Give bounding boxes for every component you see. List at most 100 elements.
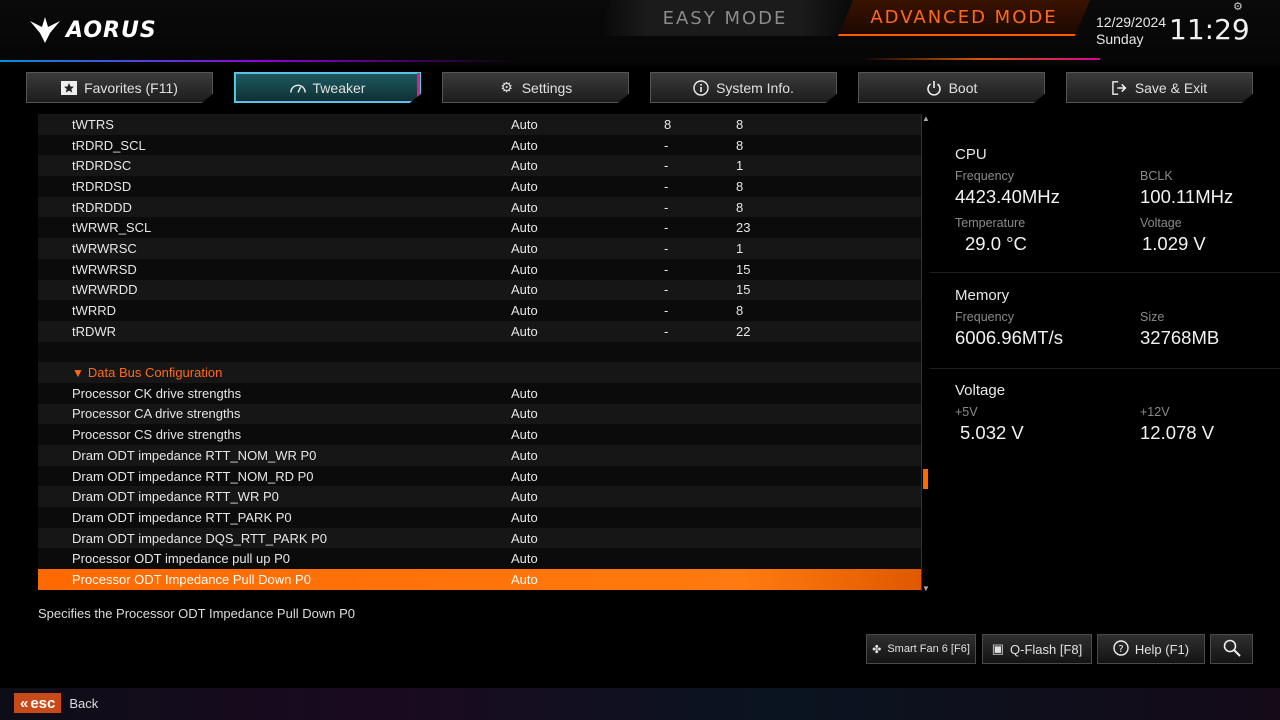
setting-row[interactable]: tWRWRDD Auto - 15 (38, 279, 921, 301)
setting-value[interactable]: Auto (511, 469, 538, 484)
setting-name: tWRWR_SCL (72, 220, 152, 236)
setting-row[interactable]: tWRRD Auto - 8 (38, 300, 921, 321)
setting-row[interactable]: tRDRD_SCL Auto - 8 (38, 134, 921, 156)
scroll-down-icon[interactable]: ▼ (922, 584, 930, 593)
setting-row[interactable]: Processor CA drive strengths Auto (38, 403, 921, 425)
tab-label: System Info. (716, 79, 794, 96)
setting-value[interactable]: Auto (511, 427, 538, 442)
tab-save-exit[interactable]: Save & Exit (1066, 72, 1253, 103)
search-button[interactable] (1210, 634, 1253, 664)
setting-value[interactable]: Auto (511, 572, 538, 587)
setting-name: Dram ODT impedance RTT_NOM_WR P0 (72, 447, 317, 463)
voltage-title: Voltage (955, 382, 1006, 399)
setting-row[interactable]: tWTRS Auto 8 8 (38, 114, 921, 135)
esc-back-button[interactable]: «esc Back (14, 693, 98, 713)
scrollbar[interactable]: ▲ ▼ (921, 114, 930, 593)
advanced-mode-button[interactable]: ADVANCED MODE (838, 0, 1090, 36)
cpu-temp-label: Temperature (955, 216, 1026, 230)
setting-value[interactable]: Auto (511, 138, 538, 153)
setting-name: tWRRD (72, 303, 117, 319)
help-button[interactable]: ? Help (F1) (1097, 634, 1205, 664)
selected-setting-row[interactable]: Processor ODT Impedance Pull Down P0 Auto (38, 569, 921, 590)
day-text: Sunday (1096, 31, 1144, 47)
setting-row[interactable]: Dram ODT impedance RTT_WR P0 Auto (38, 486, 921, 508)
setting-row[interactable]: Processor ODT impedance pull up P0 Auto (38, 548, 921, 570)
logo-text: AORUS (66, 17, 157, 43)
setting-name: Dram ODT impedance DQS_RTT_PARK P0 (72, 530, 328, 546)
section-header[interactable]: ▼ Data Bus Configuration (38, 362, 921, 383)
qflash-button[interactable]: ▣ Q-Flash [F8] (982, 634, 1092, 664)
setting-value[interactable]: Auto (511, 262, 538, 277)
default-value: 8 (736, 178, 744, 194)
setting-row[interactable]: tWRWRSC Auto - 1 (38, 238, 921, 259)
setting-name: Processor CK drive strengths (72, 385, 242, 401)
mem-size-value: 32768MB (1140, 327, 1220, 348)
setting-value[interactable]: Auto (511, 510, 538, 525)
scroll-up-icon[interactable]: ▲ (922, 114, 930, 123)
cpu-freq-label: Frequency (955, 169, 1015, 183)
setting-value[interactable]: Auto (511, 220, 538, 235)
default-value: 1 (736, 240, 744, 256)
memory-info-panel: Memory Frequency 6006.96MT/s Size 32768M… (955, 287, 1265, 357)
setting-row[interactable]: Processor CK drive strengths Auto (38, 382, 921, 404)
setting-row[interactable]: Dram ODT impedance RTT_PARK P0 Auto (38, 507, 921, 528)
setting-value[interactable]: Auto (511, 406, 538, 421)
setting-name: Dram ODT impedance RTT_NOM_RD P0 (72, 468, 314, 484)
divider (930, 272, 1280, 273)
setting-row[interactable]: tRDRDSD Auto - 8 (38, 176, 921, 197)
v12-value: 12.078 V (1140, 422, 1215, 443)
voltage-info-panel: Voltage +5V 5.032 V +12V 12.078 V (955, 382, 1265, 452)
setting-row[interactable]: Dram ODT impedance RTT_NOM_RD P0 Auto (38, 465, 921, 487)
setting-value[interactable]: Auto (511, 531, 538, 546)
tab-boot[interactable]: Boot (858, 72, 1045, 103)
current-value: - (664, 220, 669, 236)
setting-value[interactable]: Auto (511, 489, 538, 504)
current-value: - (664, 323, 669, 339)
tab-label: Boot (948, 79, 978, 96)
setting-value[interactable]: Auto (511, 179, 538, 194)
help-icon: ? (1113, 639, 1129, 659)
setting-value[interactable]: Auto (511, 200, 538, 215)
smart-fan-button[interactable]: ✤ Smart Fan 6 [F6] (866, 634, 976, 664)
setting-value[interactable]: Auto (511, 324, 538, 339)
help-label: Help (F1) (1134, 641, 1190, 657)
setting-value[interactable]: Auto (511, 241, 538, 256)
setting-value[interactable]: Auto (511, 386, 538, 401)
setting-row[interactable]: tRDWR Auto - 22 (38, 320, 921, 342)
setting-value[interactable]: Auto (511, 158, 538, 173)
setting-value[interactable]: Auto (511, 282, 538, 297)
setting-value[interactable]: Auto (511, 303, 538, 318)
cpu-freq-value: 4423.40MHz (955, 186, 1060, 207)
setting-name: Processor CA drive strengths (72, 406, 241, 422)
setting-row[interactable]: tWRWR_SCL Auto - 23 (38, 217, 921, 239)
setting-row[interactable]: tRDRDSC Auto - 1 (38, 155, 921, 177)
setting-value[interactable]: Auto (511, 117, 538, 132)
speedometer-icon (289, 80, 306, 96)
setting-value[interactable]: Auto (511, 551, 538, 566)
setting-value[interactable]: Auto (511, 448, 538, 463)
svg-text:?: ? (1118, 644, 1123, 655)
setting-name: tRDRDSC (72, 158, 132, 174)
tab-system-info[interactable]: System Info. (650, 72, 837, 103)
tab-settings[interactable]: ⚙ Settings (442, 72, 629, 103)
setting-row[interactable]: Dram ODT impedance DQS_RTT_PARK P0 Auto (38, 527, 921, 549)
setting-row[interactable]: tRDRDDD Auto - 8 (38, 196, 921, 218)
current-value: - (664, 199, 669, 215)
setting-name: Dram ODT impedance RTT_PARK P0 (72, 509, 292, 525)
settings-gear-icon[interactable]: ⚙ (1233, 0, 1243, 13)
memory-title: Memory (955, 287, 1010, 304)
setting-name: tWRWRSD (72, 261, 137, 277)
easy-mode-button[interactable]: EASY MODE (600, 0, 850, 36)
tab-favorites[interactable]: Favorites (F11) (26, 72, 213, 103)
setting-row[interactable]: Processor CS drive strengths Auto (38, 424, 921, 445)
setting-row[interactable]: tWRWRSD Auto - 15 (38, 258, 921, 280)
default-value: 15 (736, 282, 751, 298)
scrollbar-thumb[interactable] (923, 469, 928, 489)
search-icon (1223, 639, 1241, 660)
exit-icon (1111, 80, 1128, 96)
setting-row[interactable]: Dram ODT impedance RTT_NOM_WR P0 Auto (38, 445, 921, 466)
setting-name: Dram ODT impedance RTT_WR P0 (72, 489, 279, 505)
setting-row[interactable] (38, 341, 921, 363)
tab-tweaker[interactable]: Tweaker (234, 72, 421, 103)
current-value: - (664, 303, 669, 319)
